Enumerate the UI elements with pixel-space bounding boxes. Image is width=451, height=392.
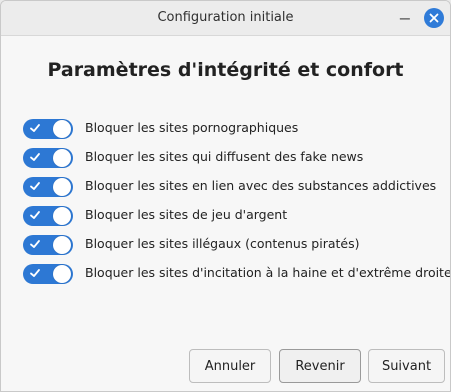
toggle-knob xyxy=(53,265,71,283)
option-label: Bloquer les sites en lien avec des subst… xyxy=(85,178,437,193)
option-block-gambling: Bloquer les sites de jeu d'argent xyxy=(23,204,443,226)
toggle-switch[interactable] xyxy=(23,264,73,284)
close-button[interactable] xyxy=(424,8,444,28)
toggle-knob xyxy=(53,207,71,225)
toggle-switch[interactable] xyxy=(23,206,73,226)
back-button[interactable]: Revenir xyxy=(279,349,361,383)
option-block-hate: Bloquer les sites d'incitation à la hain… xyxy=(23,262,450,284)
page-title: Paramètres d'intégrité et confort xyxy=(47,59,404,81)
toggle-switch[interactable] xyxy=(23,119,73,139)
toggle-knob xyxy=(53,236,71,254)
option-label: Bloquer les sites illégaux (contenus pir… xyxy=(85,236,360,251)
toggle-switch[interactable] xyxy=(23,235,73,255)
minimize-button[interactable]: − xyxy=(397,9,413,28)
cancel-button[interactable]: Annuler xyxy=(189,349,271,383)
check-icon xyxy=(30,182,40,190)
check-icon xyxy=(30,240,40,248)
check-icon xyxy=(30,211,40,219)
dialog-window: Configuration initiale − Paramètres d'in… xyxy=(0,0,451,392)
toggle-knob xyxy=(53,149,71,167)
close-icon xyxy=(429,13,439,23)
next-button[interactable]: Suivant xyxy=(368,349,445,383)
toggle-switch[interactable] xyxy=(23,148,73,168)
toggle-knob xyxy=(53,178,71,196)
option-label: Bloquer les sites d'incitation à la hain… xyxy=(85,265,451,280)
option-label: Bloquer les sites de jeu d'argent xyxy=(85,207,288,222)
title-bar[interactable]: Configuration initiale − xyxy=(1,1,450,36)
check-icon xyxy=(30,153,40,161)
option-block-illegal: Bloquer les sites illégaux (contenus pir… xyxy=(23,233,443,255)
option-label: Bloquer les sites qui diffusent des fake… xyxy=(85,149,364,164)
option-label: Bloquer les sites pornographiques xyxy=(85,120,299,135)
toggle-switch[interactable] xyxy=(23,177,73,197)
check-icon xyxy=(30,124,40,132)
check-icon xyxy=(30,269,40,277)
option-block-addictive-substances: Bloquer les sites en lien avec des subst… xyxy=(23,175,443,197)
option-block-pornography: Bloquer les sites pornographiques xyxy=(23,117,443,139)
option-block-fake-news: Bloquer les sites qui diffusent des fake… xyxy=(23,146,443,168)
toggle-knob xyxy=(53,120,71,138)
window-title: Configuration initiale xyxy=(157,10,294,25)
